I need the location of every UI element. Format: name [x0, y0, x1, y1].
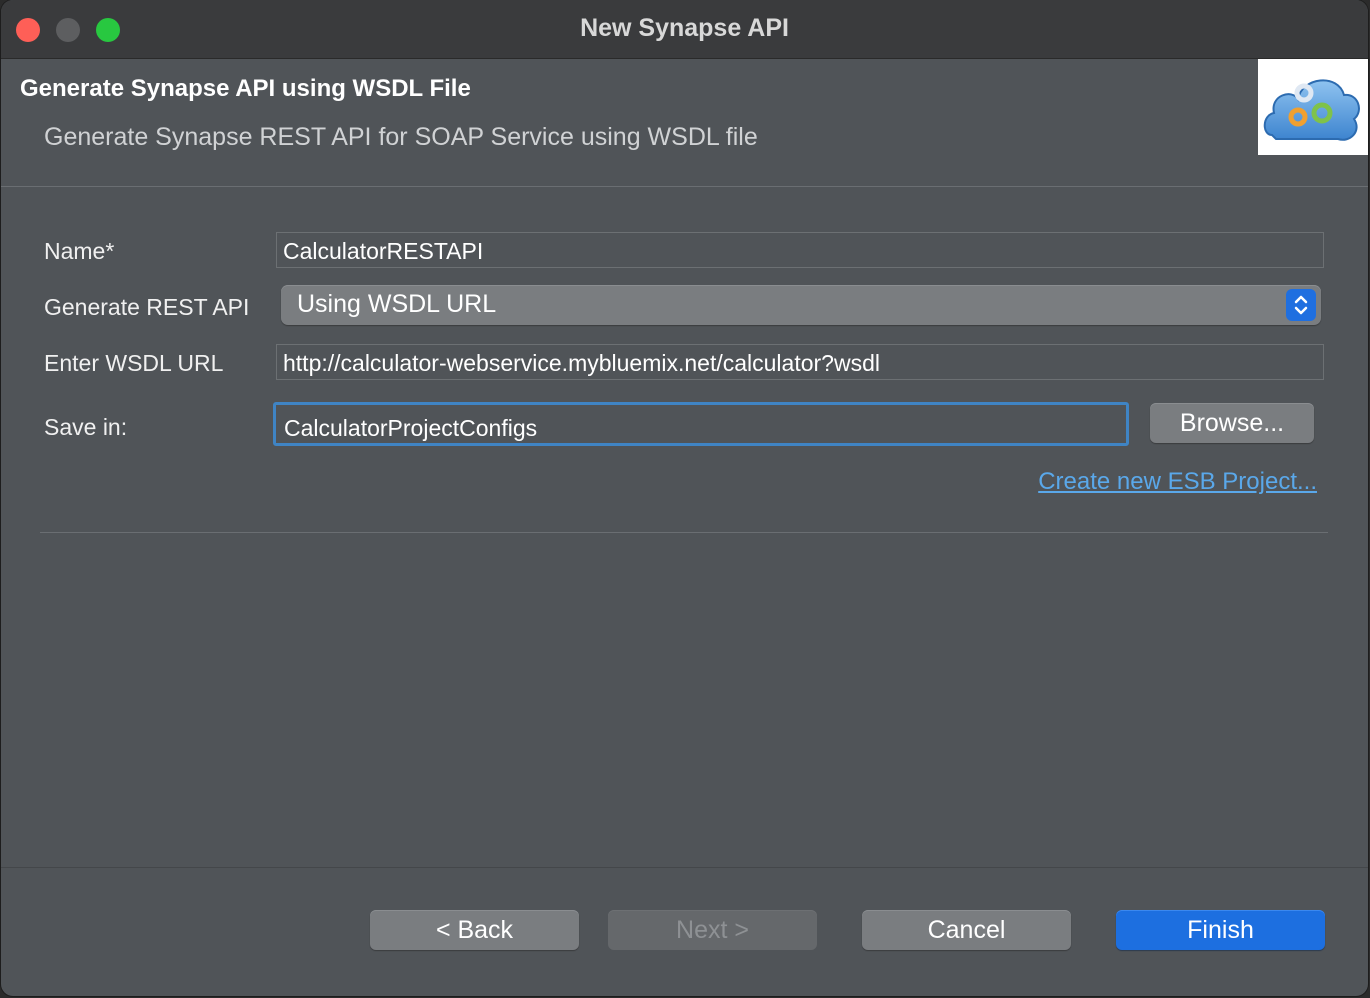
browse-button[interactable]: Browse...: [1150, 403, 1314, 443]
cancel-button[interactable]: Cancel: [862, 910, 1071, 950]
form-divider: [40, 532, 1328, 533]
save-in-input[interactable]: CalculatorProjectConfigs: [273, 402, 1129, 446]
name-input[interactable]: CalculatorRESTAPI: [276, 232, 1324, 268]
next-button[interactable]: Next >: [608, 910, 817, 950]
footer-divider: [1, 867, 1368, 868]
save-in-label: Save in:: [44, 414, 128, 440]
title-bar[interactable]: New Synapse API: [1, 0, 1368, 59]
generate-method-value: Using WSDL URL: [297, 290, 497, 318]
name-label: Name*: [44, 238, 115, 264]
back-button[interactable]: < Back: [370, 910, 579, 950]
dialog-window: New Synapse API Generate Synapse API usi…: [1, 0, 1368, 996]
wizard-header: Generate Synapse API using WSDL File Gen…: [1, 59, 1368, 187]
gears-cloud-icon: [1258, 59, 1368, 155]
page-title: Generate Synapse API using WSDL File: [20, 75, 471, 102]
create-esb-project-link[interactable]: Create new ESB Project...: [1038, 468, 1317, 496]
window-title: New Synapse API: [580, 14, 789, 42]
wsdl-url-label: Enter WSDL URL: [44, 350, 224, 376]
wsdl-url-input[interactable]: http://calculator-webservice.mybluemix.n…: [276, 344, 1324, 380]
generate-rest-api-label: Generate REST API: [44, 294, 250, 320]
chevron-up-down-icon[interactable]: [1286, 289, 1316, 321]
generate-method-select[interactable]: Using WSDL URL: [281, 285, 1321, 325]
page-description: Generate Synapse REST API for SOAP Servi…: [44, 123, 758, 151]
finish-button[interactable]: Finish: [1116, 910, 1325, 950]
